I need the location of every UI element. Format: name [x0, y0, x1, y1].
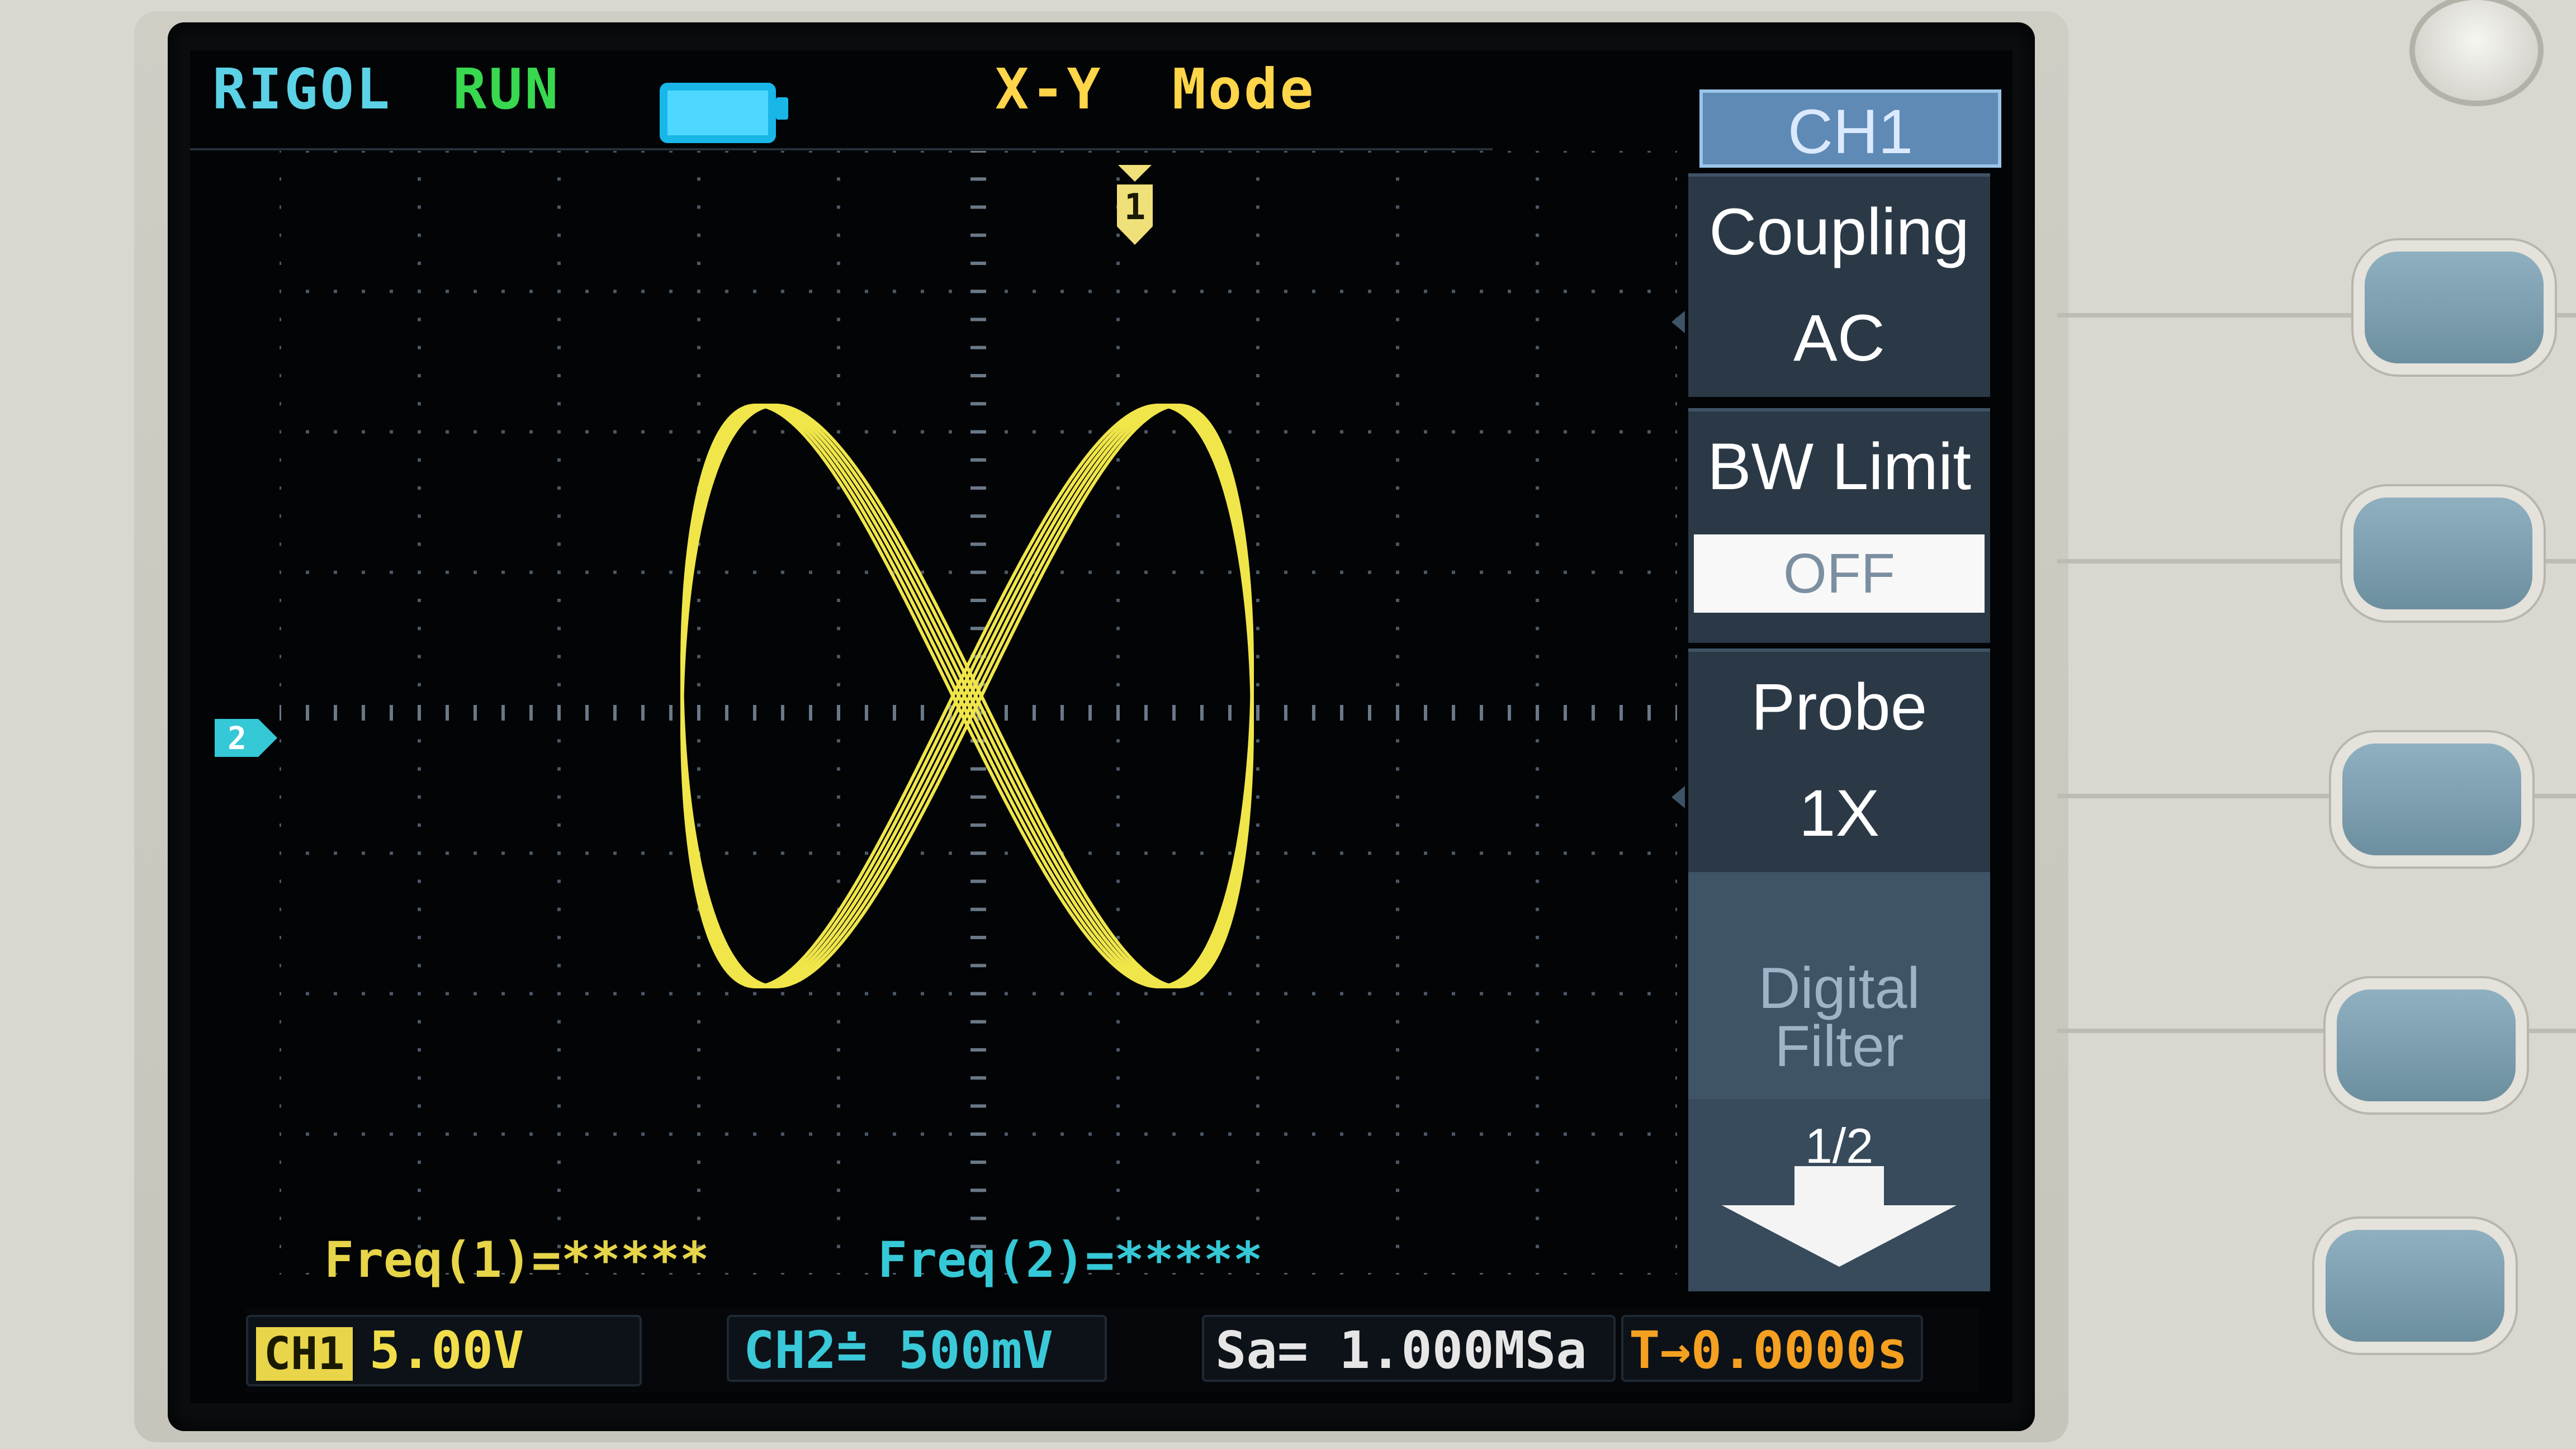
freq1-readout: Freq(1)=***** [324, 1231, 709, 1289]
ch1-tag: CH1 [256, 1327, 353, 1381]
coupling-label: Coupling [1709, 195, 1969, 269]
intensity-knob[interactable] [2415, 0, 2538, 101]
graticule [280, 151, 1677, 1275]
sample-rate: Sa= 1.000MSa [1202, 1315, 1616, 1382]
bw-limit-value: OFF [1694, 534, 1985, 613]
xy-trace-pass [680, 404, 1254, 988]
ch2-scale: CH2≐ 500mV [727, 1315, 1107, 1382]
ch1-marker-label: 1 [1124, 187, 1146, 228]
ch1-position-marker-icon: 1 [1117, 165, 1153, 245]
coupling-menu-item[interactable]: Coupling AC [1671, 173, 1990, 397]
menu-title: CH1 [1699, 89, 2001, 168]
menu-key-4[interactable] [2337, 989, 2516, 1101]
ch1-scale: 5.00V [369, 1320, 524, 1380]
xy-trace-pass [680, 404, 1254, 988]
menu-pointer-icon [1671, 786, 1685, 808]
menu-key-5[interactable] [2326, 1230, 2504, 1342]
xy-trace-pass [680, 404, 1254, 988]
menu-key-1[interactable] [2365, 252, 2544, 363]
page-down-arrow-stem [1794, 1166, 1884, 1211]
probe-menu-item[interactable]: Probe 1X [1671, 648, 1990, 883]
coupling-value: AC [1793, 301, 1885, 375]
freq2-readout: Freq(2)=***** [878, 1231, 1263, 1289]
run-status: RUN [453, 56, 561, 122]
menu-key-2[interactable] [2354, 498, 2532, 609]
xy-trace [680, 404, 1254, 988]
bw-limit-label: BW Limit [1707, 430, 1971, 504]
ch2-position-marker-icon: 2 [215, 719, 277, 757]
xy-trace-pass [680, 404, 1254, 988]
menu-key-3[interactable] [2342, 744, 2521, 855]
menu-pointer-icon [1671, 311, 1685, 333]
topbar-divider [190, 148, 1493, 150]
ch1-soft-menu: CH1 Coupling AC BW Limit OFF Probe 1X Di… [1671, 84, 2001, 1291]
probe-label: Probe [1751, 670, 1928, 744]
battery-icon [660, 83, 788, 143]
page-menu-item[interactable]: 1/2 [1688, 1096, 1990, 1291]
digital-filter-label: Digital Filter [1758, 956, 1920, 1079]
ch1-scale-box: CH1 5.00V [246, 1315, 642, 1386]
digital-filter-menu-item[interactable]: Digital Filter [1688, 872, 1990, 1096]
bw-limit-menu-item[interactable]: BW Limit OFF [1688, 408, 1990, 643]
page-label: 1/2 [1805, 1118, 1874, 1173]
xy-trace-pass [680, 404, 1254, 988]
display-mode: X-Y Mode [995, 56, 1316, 122]
probe-value: 1X [1798, 776, 1880, 850]
xy-trace-pass [680, 404, 1254, 988]
trigger-offset: T→0.0000s [1621, 1315, 1923, 1382]
ch2-marker-label: 2 [228, 721, 247, 757]
page-down-arrow-icon [1722, 1205, 1957, 1267]
brand-logo: RIGOL [212, 56, 392, 122]
